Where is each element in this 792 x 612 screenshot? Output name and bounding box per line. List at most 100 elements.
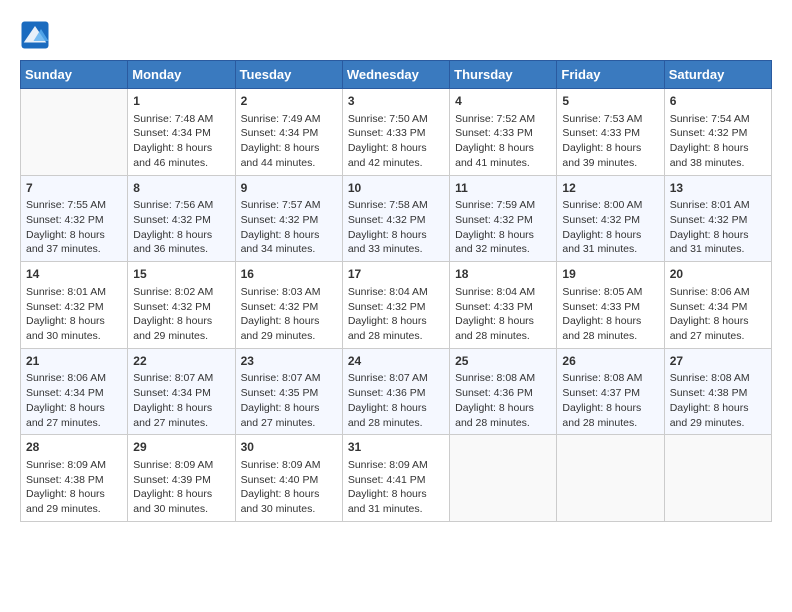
cell-info: and 44 minutes.	[241, 156, 337, 171]
day-number: 1	[133, 93, 229, 110]
cell-info: Sunset: 4:40 PM	[241, 473, 337, 488]
day-number: 31	[348, 439, 444, 456]
cell-info: Daylight: 8 hours	[348, 487, 444, 502]
header-day-monday: Monday	[128, 61, 235, 89]
calendar-cell: 25Sunrise: 8:08 AMSunset: 4:36 PMDayligh…	[450, 348, 557, 435]
day-number: 19	[562, 266, 658, 283]
day-number: 5	[562, 93, 658, 110]
day-number: 22	[133, 353, 229, 370]
cell-info: Sunset: 4:37 PM	[562, 386, 658, 401]
cell-info: Daylight: 8 hours	[670, 228, 766, 243]
cell-info: Daylight: 8 hours	[455, 314, 551, 329]
cell-info: Sunrise: 8:01 AM	[26, 285, 122, 300]
cell-info: and 46 minutes.	[133, 156, 229, 171]
calendar-cell: 16Sunrise: 8:03 AMSunset: 4:32 PMDayligh…	[235, 262, 342, 349]
cell-info: Sunset: 4:39 PM	[133, 473, 229, 488]
day-number: 9	[241, 180, 337, 197]
cell-info: and 37 minutes.	[26, 242, 122, 257]
cell-info: Sunrise: 8:01 AM	[670, 198, 766, 213]
cell-info: Daylight: 8 hours	[133, 228, 229, 243]
cell-info: Daylight: 8 hours	[562, 314, 658, 329]
day-number: 14	[26, 266, 122, 283]
cell-info: and 27 minutes.	[241, 416, 337, 431]
cell-info: Daylight: 8 hours	[455, 141, 551, 156]
header-day-friday: Friday	[557, 61, 664, 89]
cell-info: Daylight: 8 hours	[562, 141, 658, 156]
day-number: 3	[348, 93, 444, 110]
cell-info: Sunset: 4:34 PM	[133, 386, 229, 401]
calendar-cell: 20Sunrise: 8:06 AMSunset: 4:34 PMDayligh…	[664, 262, 771, 349]
cell-info: Sunrise: 8:04 AM	[455, 285, 551, 300]
calendar-cell	[664, 435, 771, 522]
cell-info: Daylight: 8 hours	[26, 228, 122, 243]
cell-info: Sunset: 4:38 PM	[26, 473, 122, 488]
cell-info: Sunset: 4:32 PM	[26, 213, 122, 228]
cell-info: Daylight: 8 hours	[133, 314, 229, 329]
day-number: 8	[133, 180, 229, 197]
cell-info: Sunrise: 7:53 AM	[562, 112, 658, 127]
cell-info: and 36 minutes.	[133, 242, 229, 257]
cell-info: Daylight: 8 hours	[133, 487, 229, 502]
cell-info: Daylight: 8 hours	[26, 401, 122, 416]
day-number: 20	[670, 266, 766, 283]
cell-info: Sunset: 4:32 PM	[241, 300, 337, 315]
cell-info: Sunrise: 8:08 AM	[562, 371, 658, 386]
calendar-cell: 18Sunrise: 8:04 AMSunset: 4:33 PMDayligh…	[450, 262, 557, 349]
page-header	[20, 20, 772, 50]
cell-info: Sunset: 4:32 PM	[670, 126, 766, 141]
cell-info: Sunrise: 8:08 AM	[670, 371, 766, 386]
cell-info: Sunset: 4:32 PM	[348, 213, 444, 228]
cell-info: Daylight: 8 hours	[241, 401, 337, 416]
calendar-cell: 23Sunrise: 8:07 AMSunset: 4:35 PMDayligh…	[235, 348, 342, 435]
logo-icon	[20, 20, 50, 50]
cell-info: and 38 minutes.	[670, 156, 766, 171]
cell-info: Daylight: 8 hours	[26, 487, 122, 502]
cell-info: and 30 minutes.	[26, 329, 122, 344]
cell-info: Daylight: 8 hours	[133, 141, 229, 156]
cell-info: Sunset: 4:36 PM	[455, 386, 551, 401]
calendar-cell	[21, 89, 128, 176]
calendar-cell: 26Sunrise: 8:08 AMSunset: 4:37 PMDayligh…	[557, 348, 664, 435]
cell-info: Daylight: 8 hours	[562, 228, 658, 243]
calendar-body: 1Sunrise: 7:48 AMSunset: 4:34 PMDaylight…	[21, 89, 772, 522]
day-number: 29	[133, 439, 229, 456]
cell-info: Sunset: 4:32 PM	[348, 300, 444, 315]
cell-info: Daylight: 8 hours	[26, 314, 122, 329]
cell-info: Sunrise: 7:58 AM	[348, 198, 444, 213]
cell-info: Sunset: 4:32 PM	[241, 213, 337, 228]
cell-info: Sunset: 4:32 PM	[26, 300, 122, 315]
calendar-cell: 1Sunrise: 7:48 AMSunset: 4:34 PMDaylight…	[128, 89, 235, 176]
cell-info: and 30 minutes.	[133, 502, 229, 517]
cell-info: Daylight: 8 hours	[348, 314, 444, 329]
cell-info: and 28 minutes.	[455, 329, 551, 344]
cell-info: and 30 minutes.	[241, 502, 337, 517]
cell-info: Sunrise: 7:48 AM	[133, 112, 229, 127]
cell-info: Daylight: 8 hours	[241, 228, 337, 243]
day-number: 28	[26, 439, 122, 456]
cell-info: Sunrise: 8:04 AM	[348, 285, 444, 300]
cell-info: Sunset: 4:34 PM	[26, 386, 122, 401]
calendar-cell: 24Sunrise: 8:07 AMSunset: 4:36 PMDayligh…	[342, 348, 449, 435]
cell-info: Sunset: 4:38 PM	[670, 386, 766, 401]
calendar-week-3: 14Sunrise: 8:01 AMSunset: 4:32 PMDayligh…	[21, 262, 772, 349]
cell-info: Sunrise: 7:52 AM	[455, 112, 551, 127]
calendar-cell: 29Sunrise: 8:09 AMSunset: 4:39 PMDayligh…	[128, 435, 235, 522]
cell-info: and 29 minutes.	[26, 502, 122, 517]
calendar-cell	[450, 435, 557, 522]
calendar-cell: 4Sunrise: 7:52 AMSunset: 4:33 PMDaylight…	[450, 89, 557, 176]
cell-info: and 34 minutes.	[241, 242, 337, 257]
day-number: 17	[348, 266, 444, 283]
calendar-table: SundayMondayTuesdayWednesdayThursdayFrid…	[20, 60, 772, 522]
header-day-saturday: Saturday	[664, 61, 771, 89]
calendar-cell: 30Sunrise: 8:09 AMSunset: 4:40 PMDayligh…	[235, 435, 342, 522]
day-number: 18	[455, 266, 551, 283]
calendar-week-2: 7Sunrise: 7:55 AMSunset: 4:32 PMDaylight…	[21, 175, 772, 262]
cell-info: and 31 minutes.	[348, 502, 444, 517]
calendar-cell	[557, 435, 664, 522]
calendar-cell: 5Sunrise: 7:53 AMSunset: 4:33 PMDaylight…	[557, 89, 664, 176]
cell-info: Sunset: 4:32 PM	[455, 213, 551, 228]
cell-info: and 39 minutes.	[562, 156, 658, 171]
day-number: 7	[26, 180, 122, 197]
calendar-cell: 22Sunrise: 8:07 AMSunset: 4:34 PMDayligh…	[128, 348, 235, 435]
day-number: 15	[133, 266, 229, 283]
